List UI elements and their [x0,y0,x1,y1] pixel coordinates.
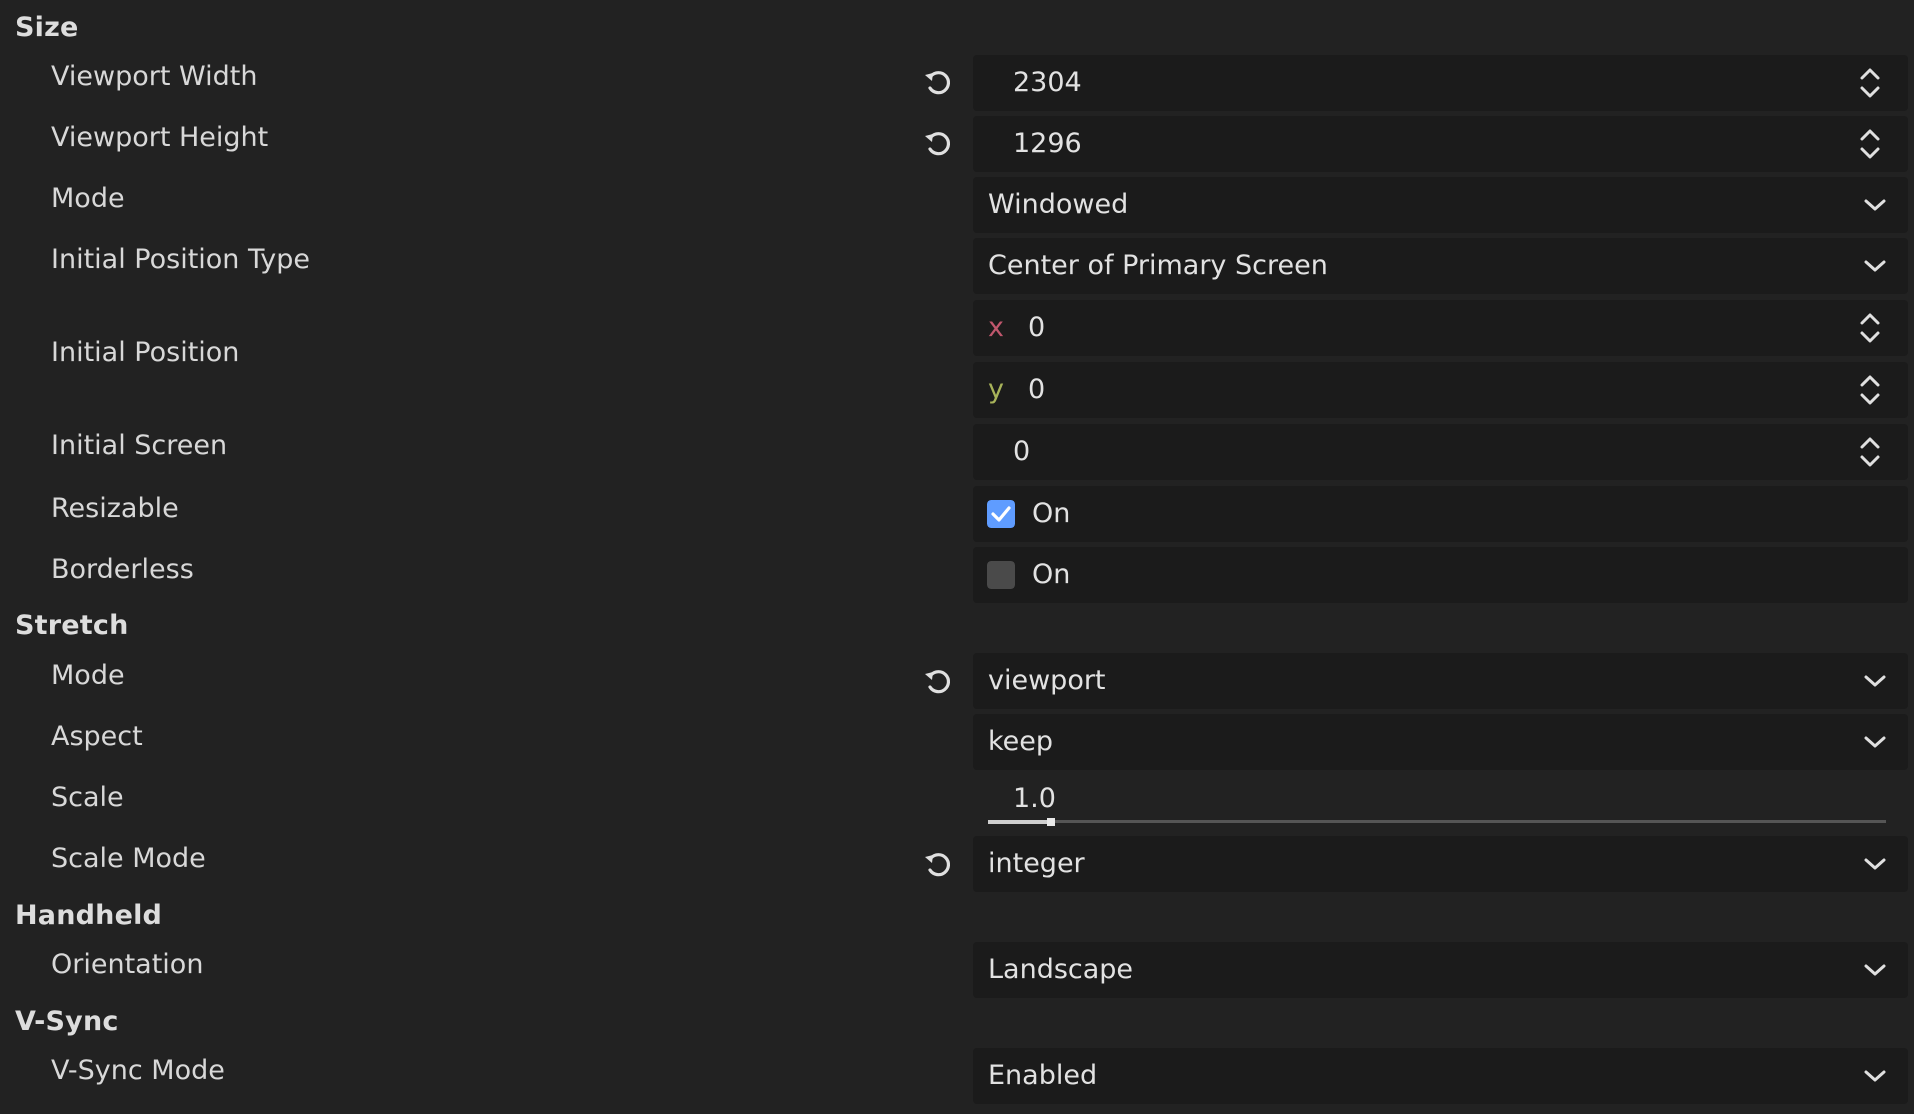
stretch-mode-dropdown[interactable]: viewport [973,653,1908,709]
vsync-mode-value: Enabled [988,1060,1098,1091]
chevron-down-icon [1864,260,1886,272]
revert-icon[interactable] [922,127,954,159]
initial-position-type-label: Initial Position Type [51,244,311,275]
resizable-label: Resizable [51,493,179,524]
initial-screen-spinbox[interactable]: 0 [973,424,1908,480]
initial-position-type-dropdown[interactable]: Center of Primary Screen [973,238,1908,294]
initial-position-y-spinbox[interactable]: y 0 [973,362,1908,418]
window-mode-value: Windowed [988,189,1129,220]
scale-slider-handle[interactable] [1047,818,1055,826]
scale-mode-value: integer [988,848,1085,879]
spinner-arrows-icon[interactable] [1858,435,1882,469]
revert-icon[interactable] [922,665,954,697]
spinner-arrows-icon[interactable] [1858,373,1882,407]
section-header-vsync[interactable]: V-Sync [15,1006,119,1037]
resizable-state-label: On [1032,498,1071,529]
viewport-height-label: Viewport Height [51,122,269,153]
stretch-mode-value: viewport [988,665,1106,696]
chevron-down-icon [1864,199,1886,211]
initial-position-x-spinbox[interactable]: x 0 [973,300,1908,356]
section-header-size[interactable]: Size [15,12,79,43]
spinner-arrows-icon[interactable] [1858,66,1882,100]
initial-position-label: Initial Position [51,337,240,368]
scale-slider-track[interactable] [988,820,1886,823]
orientation-value: Landscape [988,954,1134,985]
stretch-mode-label: Mode [51,660,125,691]
chevron-down-icon [1864,964,1886,976]
spinner-arrows-icon[interactable] [1858,311,1882,345]
chevron-down-icon [1864,1070,1886,1082]
revert-icon[interactable] [922,66,954,98]
orientation-label: Orientation [51,949,204,980]
chevron-down-icon [1864,858,1886,870]
scale-mode-dropdown[interactable]: integer [973,836,1908,892]
project-settings-display-panel: Size Viewport Width 2304 Viewport Height… [0,0,1914,1114]
viewport-width-value: 2304 [1013,67,1082,98]
scale-slider-fill [988,820,1051,824]
aspect-dropdown[interactable]: keep [973,714,1908,770]
resizable-checkbox-row[interactable]: On [973,486,1908,542]
orientation-dropdown[interactable]: Landscape [973,942,1908,998]
y-axis-label: y [988,374,1004,405]
scale-mode-label: Scale Mode [51,843,206,874]
aspect-label: Aspect [51,721,143,752]
initial-position-type-value: Center of Primary Screen [988,250,1328,281]
checkbox-unchecked-icon[interactable] [987,561,1015,589]
chevron-down-icon [1864,736,1886,748]
window-mode-label: Mode [51,183,125,214]
aspect-value: keep [988,726,1054,757]
borderless-checkbox-row[interactable]: On [973,547,1908,603]
viewport-width-spinbox[interactable]: 2304 [973,55,1908,111]
viewport-height-value: 1296 [1013,128,1082,159]
window-mode-dropdown[interactable]: Windowed [973,177,1908,233]
section-header-stretch[interactable]: Stretch [15,610,129,641]
initial-screen-value: 0 [1013,436,1031,467]
scale-slider-field[interactable]: 1.0 [973,776,1908,832]
initial-position-vector: x 0 y 0 [973,300,1908,422]
vsync-mode-label: V-Sync Mode [51,1055,225,1086]
viewport-height-spinbox[interactable]: 1296 [973,116,1908,172]
initial-screen-label: Initial Screen [51,430,228,461]
initial-position-x-value: 0 [1028,312,1046,343]
vsync-mode-dropdown[interactable]: Enabled [973,1048,1908,1104]
checkbox-checked-icon[interactable] [987,500,1015,528]
spinner-arrows-icon[interactable] [1858,127,1882,161]
scale-value: 1.0 [1013,783,1056,814]
scale-label: Scale [51,782,124,813]
viewport-width-label: Viewport Width [51,61,258,92]
x-axis-label: x [988,312,1004,343]
borderless-state-label: On [1032,559,1071,590]
revert-icon[interactable] [922,848,954,880]
chevron-down-icon [1864,675,1886,687]
section-header-handheld[interactable]: Handheld [15,900,162,931]
borderless-label: Borderless [51,554,194,585]
initial-position-y-value: 0 [1028,374,1046,405]
